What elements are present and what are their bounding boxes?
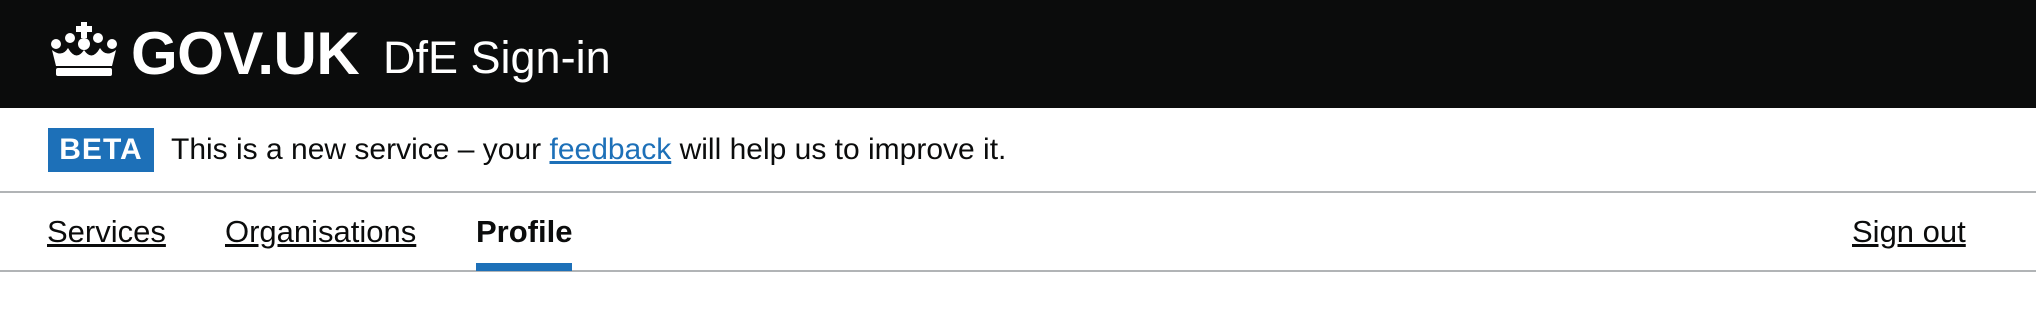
sign-out-link[interactable]: Sign out xyxy=(1852,211,1966,253)
feedback-link[interactable]: feedback xyxy=(549,133,671,166)
nav-item-services[interactable]: Services xyxy=(47,211,166,253)
crown-icon[interactable] xyxy=(48,22,120,78)
beta-tag: BETA xyxy=(48,128,154,172)
active-nav-indicator xyxy=(476,263,572,271)
phase-text-after: will help us to improve it. xyxy=(671,133,1007,166)
govuk-logo-text[interactable]: GOV.UK xyxy=(131,18,360,90)
site-header: GOV.UK DfE Sign-in xyxy=(0,0,2036,108)
nav-item-organisations[interactable]: Organisations xyxy=(225,211,416,253)
primary-navigation: Services Organisations Profile Sign out xyxy=(0,193,2036,272)
service-name[interactable]: DfE Sign-in xyxy=(383,28,611,88)
phase-banner-text: This is a new service – your feedback wi… xyxy=(171,129,1006,171)
nav-item-profile[interactable]: Profile xyxy=(476,211,572,253)
phase-text-before: This is a new service – your xyxy=(171,133,550,166)
phase-banner: BETA This is a new service – your feedba… xyxy=(0,108,2036,193)
